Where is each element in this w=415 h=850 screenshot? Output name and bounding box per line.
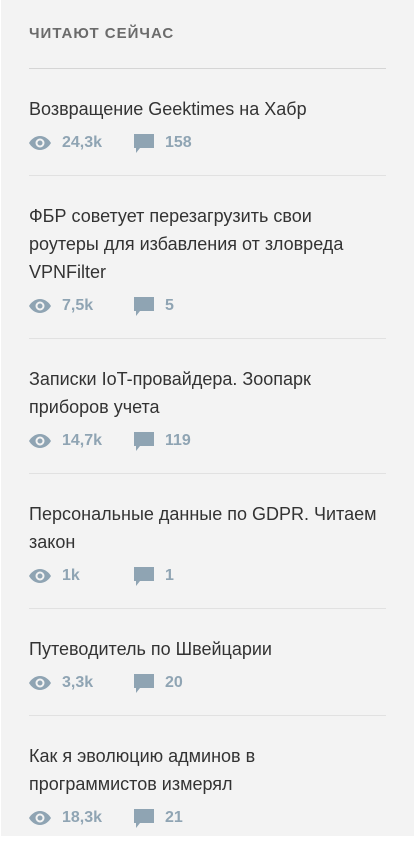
post-item: Путеводитель по Швейцарии 3,3k 20 bbox=[29, 609, 386, 716]
comment-icon bbox=[134, 566, 154, 586]
comments-count: 5 bbox=[165, 297, 174, 314]
post-title-link[interactable]: Персональные данные по GDPR. Читаем зако… bbox=[29, 500, 386, 556]
comments-count: 1 bbox=[165, 567, 174, 584]
post-meta: 7,5k 5 bbox=[29, 296, 386, 316]
eye-icon bbox=[29, 434, 51, 448]
eye-icon bbox=[29, 676, 51, 690]
comments-counter[interactable]: 5 bbox=[134, 296, 174, 316]
post-title-link[interactable]: Возвращение Geektimes на Хабр bbox=[29, 95, 386, 123]
views-count: 24,3k bbox=[62, 134, 103, 151]
comment-icon bbox=[134, 673, 154, 693]
comments-counter[interactable]: 119 bbox=[134, 431, 191, 451]
views-count: 14,7k bbox=[62, 432, 103, 449]
eye-icon bbox=[29, 136, 51, 150]
post-meta: 3,3k 20 bbox=[29, 673, 386, 693]
views-counter: 24,3k bbox=[29, 134, 134, 152]
comments-counter[interactable]: 20 bbox=[134, 673, 183, 693]
views-count: 1k bbox=[62, 567, 80, 584]
post-meta: 1k 1 bbox=[29, 566, 386, 586]
post-item: Персональные данные по GDPR. Читаем зако… bbox=[29, 474, 386, 609]
comments-count: 20 bbox=[165, 674, 183, 691]
post-item: Записки IoT-провайдера. Зоопарк приборов… bbox=[29, 339, 386, 474]
reading-now-widget: ЧИТАЮТ СЕЙЧАС Возвращение Geektimes на Х… bbox=[1, 0, 414, 836]
views-counter: 3,3k bbox=[29, 674, 134, 692]
comments-count: 21 bbox=[165, 809, 183, 826]
comments-count: 158 bbox=[165, 134, 192, 151]
post-meta: 24,3k 158 bbox=[29, 133, 386, 153]
post-title-link[interactable]: ФБР советует перезагрузить свои роутеры … bbox=[29, 202, 386, 286]
views-counter: 18,3k bbox=[29, 809, 134, 827]
widget-title: ЧИТАЮТ СЕЙЧАС bbox=[29, 25, 175, 42]
post-meta: 14,7k 119 bbox=[29, 431, 386, 451]
post-title-link[interactable]: Путеводитель по Швейцарии bbox=[29, 635, 386, 663]
comments-counter[interactable]: 158 bbox=[134, 133, 192, 153]
views-count: 3,3k bbox=[62, 674, 94, 691]
post-item: Возвращение Geektimes на Хабр 24,3k 158 bbox=[29, 69, 386, 176]
comment-icon bbox=[134, 296, 154, 316]
post-title-link[interactable]: Как я эволюцию админов в программистов и… bbox=[29, 742, 386, 798]
views-counter: 1k bbox=[29, 567, 134, 585]
comment-icon bbox=[134, 133, 154, 153]
post-list: Возвращение Geektimes на Хабр 24,3k 158 … bbox=[29, 69, 386, 850]
eye-icon bbox=[29, 811, 51, 825]
eye-icon bbox=[29, 299, 51, 313]
post-item: Как я эволюцию админов в программистов и… bbox=[29, 716, 386, 850]
comments-count: 119 bbox=[165, 432, 191, 449]
comments-counter[interactable]: 1 bbox=[134, 566, 174, 586]
views-count: 7,5k bbox=[62, 297, 94, 314]
post-meta: 18,3k 21 bbox=[29, 808, 386, 828]
views-counter: 14,7k bbox=[29, 432, 134, 450]
views-count: 18,3k bbox=[62, 809, 103, 826]
eye-icon bbox=[29, 569, 51, 583]
views-counter: 7,5k bbox=[29, 297, 134, 315]
comments-counter[interactable]: 21 bbox=[134, 808, 183, 828]
post-item: ФБР советует перезагрузить свои роутеры … bbox=[29, 176, 386, 339]
comment-icon bbox=[134, 808, 154, 828]
post-title-link[interactable]: Записки IoT-провайдера. Зоопарк приборов… bbox=[29, 365, 386, 421]
comment-icon bbox=[134, 431, 154, 451]
